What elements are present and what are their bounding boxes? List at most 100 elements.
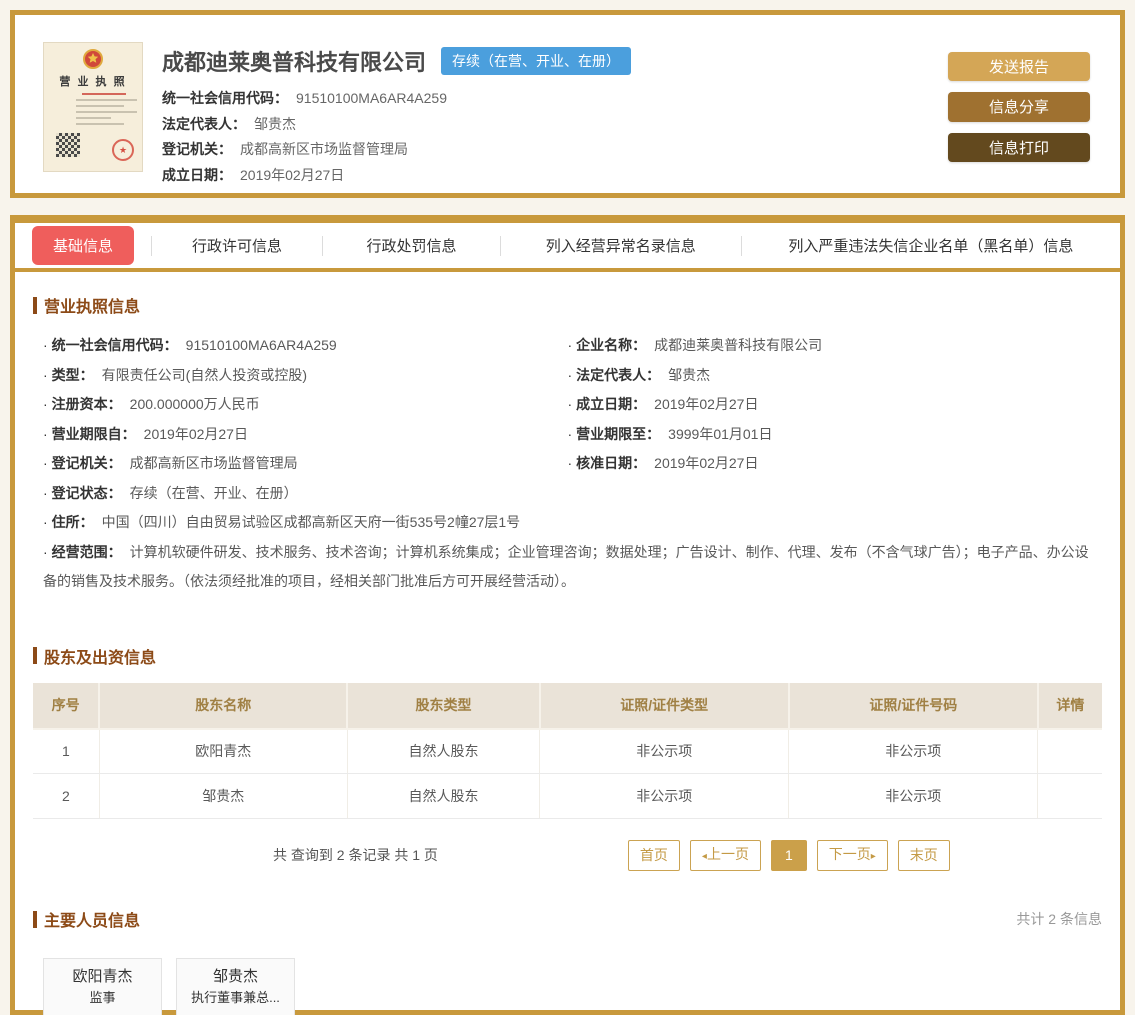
- registration-status-badge: 存续（在营、开业、在册）: [441, 47, 632, 75]
- section-title-text: 营业执照信息: [44, 299, 141, 316]
- pagination: 首页 ◂上一页 1 下一页▸ 末页: [627, 839, 960, 871]
- bullet: ·: [43, 337, 48, 353]
- record-summary: 共 查询到 2 条记录 共 1 页: [273, 847, 438, 863]
- tab-abnormal-operations[interactable]: 列入经营异常名录信息: [546, 235, 696, 256]
- person-role: 执行董事兼总...: [191, 990, 280, 1005]
- person-card[interactable]: 邹贵杰 执行董事兼总...: [176, 958, 295, 1015]
- field-label: 成立日期：: [576, 396, 647, 412]
- tab-blacklist[interactable]: 列入严重违法失信企业名单（黑名单）信息: [788, 235, 1073, 256]
- field-label: 成立日期：: [162, 166, 232, 183]
- field-label: 企业名称：: [576, 337, 647, 353]
- field-value: 计算机软硬件研发、技术服务、技术咨询；计算机系统集成；企业管理咨询；数据处理；广…: [43, 543, 1089, 590]
- cell-shareholder-type: 自然人股东: [347, 728, 541, 774]
- license-fields-left: · 统一社会信用代码： 91510100MA6AR4A259 · 类型： 有限责任公司(…: [43, 331, 568, 508]
- field-value: 存续（在营、开业、在册）: [129, 484, 298, 501]
- field-label: 登记机关：: [162, 141, 232, 157]
- field-value: 成都高新区市场监督管理局: [129, 455, 298, 471]
- approval-date-row: · 核准日期： 2019年02月27日: [568, 449, 1093, 479]
- cell-certificate-type: 非公示项: [539, 773, 790, 819]
- person-card[interactable]: 欧阳青杰 监事: [43, 958, 162, 1015]
- business-license-thumbnail: 营 业 执 照 ★: [43, 42, 143, 172]
- next-page-label: 下一页: [828, 845, 871, 862]
- company-name: 成都迪莱奥普科技有限公司: [162, 50, 427, 75]
- cell-certificate-type: 非公示项: [539, 728, 790, 774]
- license-info-fields: · 统一社会信用代码： 91510100MA6AR4A259 · 类型： 有限责任公司(…: [33, 317, 1102, 597]
- send-report-button[interactable]: 发送报告: [948, 52, 1090, 82]
- registration-authority-row: · 登记机关： 成都高新区市场监督管理局: [43, 449, 568, 479]
- tab-basic-info[interactable]: 基础信息: [31, 226, 134, 265]
- company-summary: 成都迪莱奥普科技有限公司 存续（在营、开业、在册） 统一社会信用代码： 91510…: [143, 42, 948, 183]
- field-label: 登记状态：: [51, 484, 122, 501]
- bullet: ·: [567, 337, 573, 353]
- company-type-row: · 类型： 有限责任公司(自然人投资或控股): [43, 361, 568, 391]
- credit-code-field: 统一社会信用代码： 91510100MA6AR4A259: [162, 86, 948, 112]
- business-scope-row: · 经营范围： 计算机软硬件研发、技术服务、技术咨询；计算机系统集成；企业管理咨询；…: [43, 538, 1092, 597]
- tab-administrative-penalty[interactable]: 行政处罚信息: [366, 235, 456, 256]
- field-label: 经营范围：: [51, 543, 122, 560]
- field-label: 注册资本：: [51, 396, 122, 412]
- license-image-title: 营 业 执 照: [59, 76, 127, 88]
- section-bar-icon: [33, 296, 37, 314]
- term-start-row: · 营业期限自： 2019年02月27日: [43, 420, 568, 450]
- section-title-text: 主要人员信息: [44, 913, 141, 930]
- field-label: 核准日期：: [576, 455, 647, 471]
- section-bar-icon: [33, 910, 37, 928]
- section-title-text: 股东及出资信息: [44, 649, 157, 667]
- field-label: 营业期限自：: [51, 425, 136, 442]
- national-emblem-icon: [83, 49, 103, 69]
- field-label: 法定代表人：: [162, 115, 246, 132]
- registered-capital-row: · 注册资本： 200.000000万人民币: [43, 390, 568, 420]
- cell-detail: [1037, 773, 1102, 819]
- field-value: 91510100MA6AR4A259: [185, 337, 337, 353]
- field-value: 2019年02月27日: [240, 166, 345, 183]
- prev-page-button[interactable]: ◂上一页: [689, 839, 761, 871]
- personnel-cards: 欧阳青杰 监事 邹贵杰 执行董事兼总...: [33, 958, 1102, 1015]
- bullet: ·: [567, 366, 573, 383]
- person-role: 监事: [89, 990, 116, 1005]
- company-detail-card: 基础信息 行政许可信息 行政处罚信息 列入经营异常名录信息 列入严重违法失信企业…: [10, 215, 1125, 1015]
- bullet: ·: [43, 425, 48, 442]
- tab-administrative-license[interactable]: 行政许可信息: [192, 235, 282, 256]
- establishment-date-row: · 成立日期： 2019年02月27日: [568, 390, 1093, 420]
- bullet: ·: [43, 543, 48, 560]
- company-name-row: · 企业名称： 成都迪莱奥普科技有限公司: [568, 331, 1093, 361]
- table-row: 1 欧阳青杰 自然人股东 非公示项 非公示项: [33, 728, 1102, 774]
- cell-certificate-number: 非公示项: [788, 773, 1039, 819]
- legal-representative-field: 法定代表人： 邹贵杰: [162, 112, 948, 138]
- cell-index: 2: [33, 773, 100, 819]
- registration-authority-field: 登记机关： 成都高新区市场监督管理局: [162, 137, 948, 163]
- legal-representative-row: · 法定代表人： 邹贵杰: [568, 361, 1093, 391]
- field-value: 2019年02月27日: [143, 425, 248, 442]
- field-label: 登记机关：: [51, 455, 122, 471]
- next-page-button[interactable]: 下一页▸: [816, 839, 888, 871]
- shareholders-section-title: 股东及出资信息: [33, 644, 1102, 668]
- share-info-button[interactable]: 信息分享: [948, 92, 1090, 122]
- bullet: ·: [43, 455, 48, 471]
- current-page-button[interactable]: 1: [770, 839, 807, 871]
- first-page-button[interactable]: 首页: [627, 839, 680, 871]
- credit-code-row: · 统一社会信用代码： 91510100MA6AR4A259: [43, 331, 568, 361]
- red-seal-icon: ★: [112, 139, 134, 161]
- cell-shareholder-name: 邹贵杰: [99, 773, 348, 819]
- license-text-line: [76, 99, 137, 101]
- field-value: 中国（四川）自由贸易试验区成都高新区天府一街535号2幢27层1号: [101, 514, 521, 530]
- field-label: 法定代表人：: [576, 366, 661, 383]
- last-page-button[interactable]: 末页: [897, 839, 950, 871]
- header-actions: 发送报告 信息分享 信息打印: [948, 42, 1090, 173]
- next-arrow-icon: ▸: [870, 850, 876, 862]
- field-value: 邹贵杰: [668, 366, 711, 383]
- print-info-button[interactable]: 信息打印: [948, 132, 1090, 162]
- table-header-row: 序号 股东名称 股东类型 证照/证件类型 证照/证件号码 详情: [33, 682, 1102, 730]
- field-value: 200.000000万人民币: [129, 396, 260, 412]
- field-value: 有限责任公司(自然人投资或控股): [101, 366, 307, 383]
- license-fields-right: · 企业名称： 成都迪莱奥普科技有限公司 · 法定代表人： 邹贵杰 · 成立日期： 2019…: [568, 331, 1093, 508]
- table-row: 2 邹贵杰 自然人股东 非公示项 非公示项: [33, 773, 1102, 819]
- person-name: 邹贵杰: [212, 968, 258, 985]
- cell-detail: [1037, 728, 1102, 774]
- bullet: ·: [43, 514, 48, 530]
- field-label: 统一社会信用代码：: [162, 90, 288, 106]
- bullet: ·: [567, 425, 573, 442]
- column-header-certificate-number: 证照/证件号码: [788, 682, 1039, 730]
- field-value: 2019年02月27日: [654, 455, 759, 471]
- field-value: 3999年01月01日: [668, 425, 773, 442]
